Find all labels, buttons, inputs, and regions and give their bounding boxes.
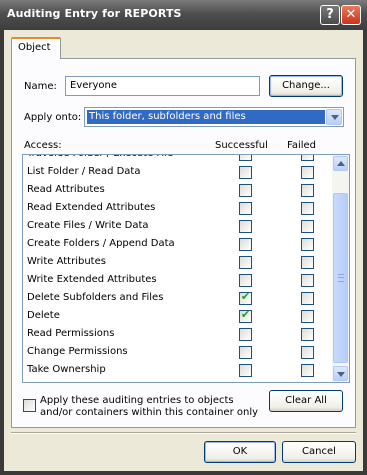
chevron-up-icon bbox=[337, 161, 345, 166]
permission-label: Read Permissions bbox=[27, 328, 115, 339]
permission-row: Create Files / Write Data bbox=[23, 217, 333, 235]
permissions-list[interactable]: Traverse Folder / Execute File List Folde… bbox=[22, 154, 350, 383]
failed-checkbox[interactable] bbox=[301, 202, 314, 215]
permission-row: Traverse Folder / Execute File bbox=[23, 155, 333, 163]
separator bbox=[11, 432, 356, 434]
chevron-down-icon bbox=[331, 115, 339, 120]
permission-row: Delete ✔ bbox=[23, 307, 333, 325]
failed-checkbox[interactable] bbox=[301, 364, 314, 377]
permission-label: Take Ownership bbox=[27, 364, 106, 375]
failed-header: Failed bbox=[287, 140, 317, 151]
successful-checkbox[interactable] bbox=[239, 274, 252, 287]
permission-label: Delete bbox=[27, 310, 60, 321]
failed-checkbox[interactable] bbox=[301, 166, 314, 179]
permission-label: Read Attributes bbox=[27, 184, 105, 195]
apply-children-line1: Apply these auditing entries to objects bbox=[40, 395, 234, 406]
permission-row: Delete Subfolders and Files ✔ bbox=[23, 289, 333, 307]
title-bar[interactable]: Auditing Entry for REPORTS ? ✕ bbox=[0, 0, 367, 30]
permissions-rows: Traverse Folder / Execute File List Folde… bbox=[23, 155, 333, 379]
access-header: Access: bbox=[24, 140, 62, 151]
tab-object[interactable]: Object bbox=[11, 37, 61, 59]
permission-label: List Folder / Read Data bbox=[27, 166, 141, 177]
apply-onto-value: This folder, subfolders and files bbox=[87, 110, 325, 124]
permission-row: Read Permissions bbox=[23, 325, 333, 343]
ok-button[interactable]: OK bbox=[204, 441, 276, 463]
successful-checkbox[interactable] bbox=[239, 364, 252, 377]
permission-label: Create Files / Write Data bbox=[27, 220, 149, 231]
apply-onto-select[interactable]: This folder, subfolders and files bbox=[84, 107, 344, 127]
failed-checkbox[interactable] bbox=[301, 184, 314, 197]
failed-checkbox[interactable] bbox=[301, 238, 314, 251]
successful-header: Successful bbox=[215, 140, 268, 151]
permission-row: Read Attributes bbox=[23, 181, 333, 199]
permission-label: Write Extended Attributes bbox=[27, 274, 157, 285]
vertical-scrollbar[interactable] bbox=[332, 155, 349, 382]
permission-label: Delete Subfolders and Files bbox=[27, 292, 164, 303]
permission-label: Traverse Folder / Execute File bbox=[27, 155, 173, 159]
apply-children-checkbox[interactable] bbox=[23, 399, 36, 412]
failed-checkbox[interactable] bbox=[301, 292, 314, 305]
successful-checkbox[interactable] bbox=[239, 238, 252, 251]
permission-row: List Folder / Read Data bbox=[23, 163, 333, 181]
clear-all-button[interactable]: Clear All bbox=[269, 390, 343, 412]
failed-checkbox[interactable] bbox=[301, 220, 314, 233]
name-label: Name: bbox=[24, 81, 57, 92]
successful-checkbox[interactable] bbox=[239, 166, 252, 179]
dialog-client: Object Name: Everyone Change... Apply on… bbox=[4, 30, 363, 471]
permission-label: Read Extended Attributes bbox=[27, 202, 156, 213]
successful-checkbox[interactable]: ✔ bbox=[239, 290, 252, 305]
permission-label: Create Folders / Append Data bbox=[27, 238, 175, 249]
chevron-down-icon bbox=[337, 372, 345, 377]
successful-checkbox[interactable] bbox=[239, 184, 252, 197]
permission-row: Write Extended Attributes bbox=[23, 271, 333, 289]
successful-checkbox[interactable]: ✔ bbox=[239, 308, 252, 323]
failed-checkbox[interactable] bbox=[301, 274, 314, 287]
grip-icon bbox=[338, 274, 344, 282]
permission-label: Change Permissions bbox=[27, 346, 128, 357]
help-button[interactable]: ? bbox=[320, 5, 340, 25]
successful-checkbox[interactable] bbox=[239, 256, 252, 269]
close-icon: ✕ bbox=[345, 7, 357, 22]
apply-children-line2: and/or containers within this container … bbox=[40, 407, 259, 418]
checkmark-icon: ✔ bbox=[240, 308, 251, 321]
close-button[interactable]: ✕ bbox=[341, 5, 361, 25]
successful-checkbox[interactable] bbox=[239, 220, 252, 233]
successful-checkbox[interactable] bbox=[239, 346, 252, 359]
scroll-thumb[interactable] bbox=[333, 193, 348, 363]
dropdown-button[interactable] bbox=[326, 109, 342, 125]
failed-checkbox[interactable] bbox=[301, 346, 314, 359]
successful-checkbox[interactable] bbox=[239, 155, 252, 161]
change-button[interactable]: Change... bbox=[269, 75, 343, 97]
dialog-window: Auditing Entry for REPORTS ? ✕ Object Na… bbox=[0, 0, 367, 475]
name-field[interactable]: Everyone bbox=[65, 76, 260, 96]
failed-checkbox[interactable] bbox=[301, 256, 314, 269]
permission-row: Change Permissions bbox=[23, 343, 333, 361]
scroll-down-button[interactable] bbox=[333, 366, 348, 381]
successful-checkbox[interactable] bbox=[239, 328, 252, 341]
apply-onto-label: Apply onto: bbox=[24, 112, 82, 123]
apply-children-label: Apply these auditing entries to objects … bbox=[40, 395, 260, 419]
permission-row: Read Extended Attributes bbox=[23, 199, 333, 217]
help-icon: ? bbox=[326, 7, 334, 22]
permission-row: Write Attributes bbox=[23, 253, 333, 271]
cancel-button[interactable]: Cancel bbox=[282, 441, 356, 463]
permission-row: Create Folders / Append Data bbox=[23, 235, 333, 253]
failed-checkbox[interactable] bbox=[301, 328, 314, 341]
permission-row: Take Ownership bbox=[23, 361, 333, 379]
failed-checkbox[interactable] bbox=[301, 310, 314, 323]
permission-label: Write Attributes bbox=[27, 256, 106, 267]
scroll-up-button[interactable] bbox=[333, 156, 348, 171]
successful-checkbox[interactable] bbox=[239, 202, 252, 215]
window-title: Auditing Entry for REPORTS bbox=[7, 7, 182, 20]
checkmark-icon: ✔ bbox=[240, 290, 251, 303]
failed-checkbox[interactable] bbox=[301, 155, 314, 161]
